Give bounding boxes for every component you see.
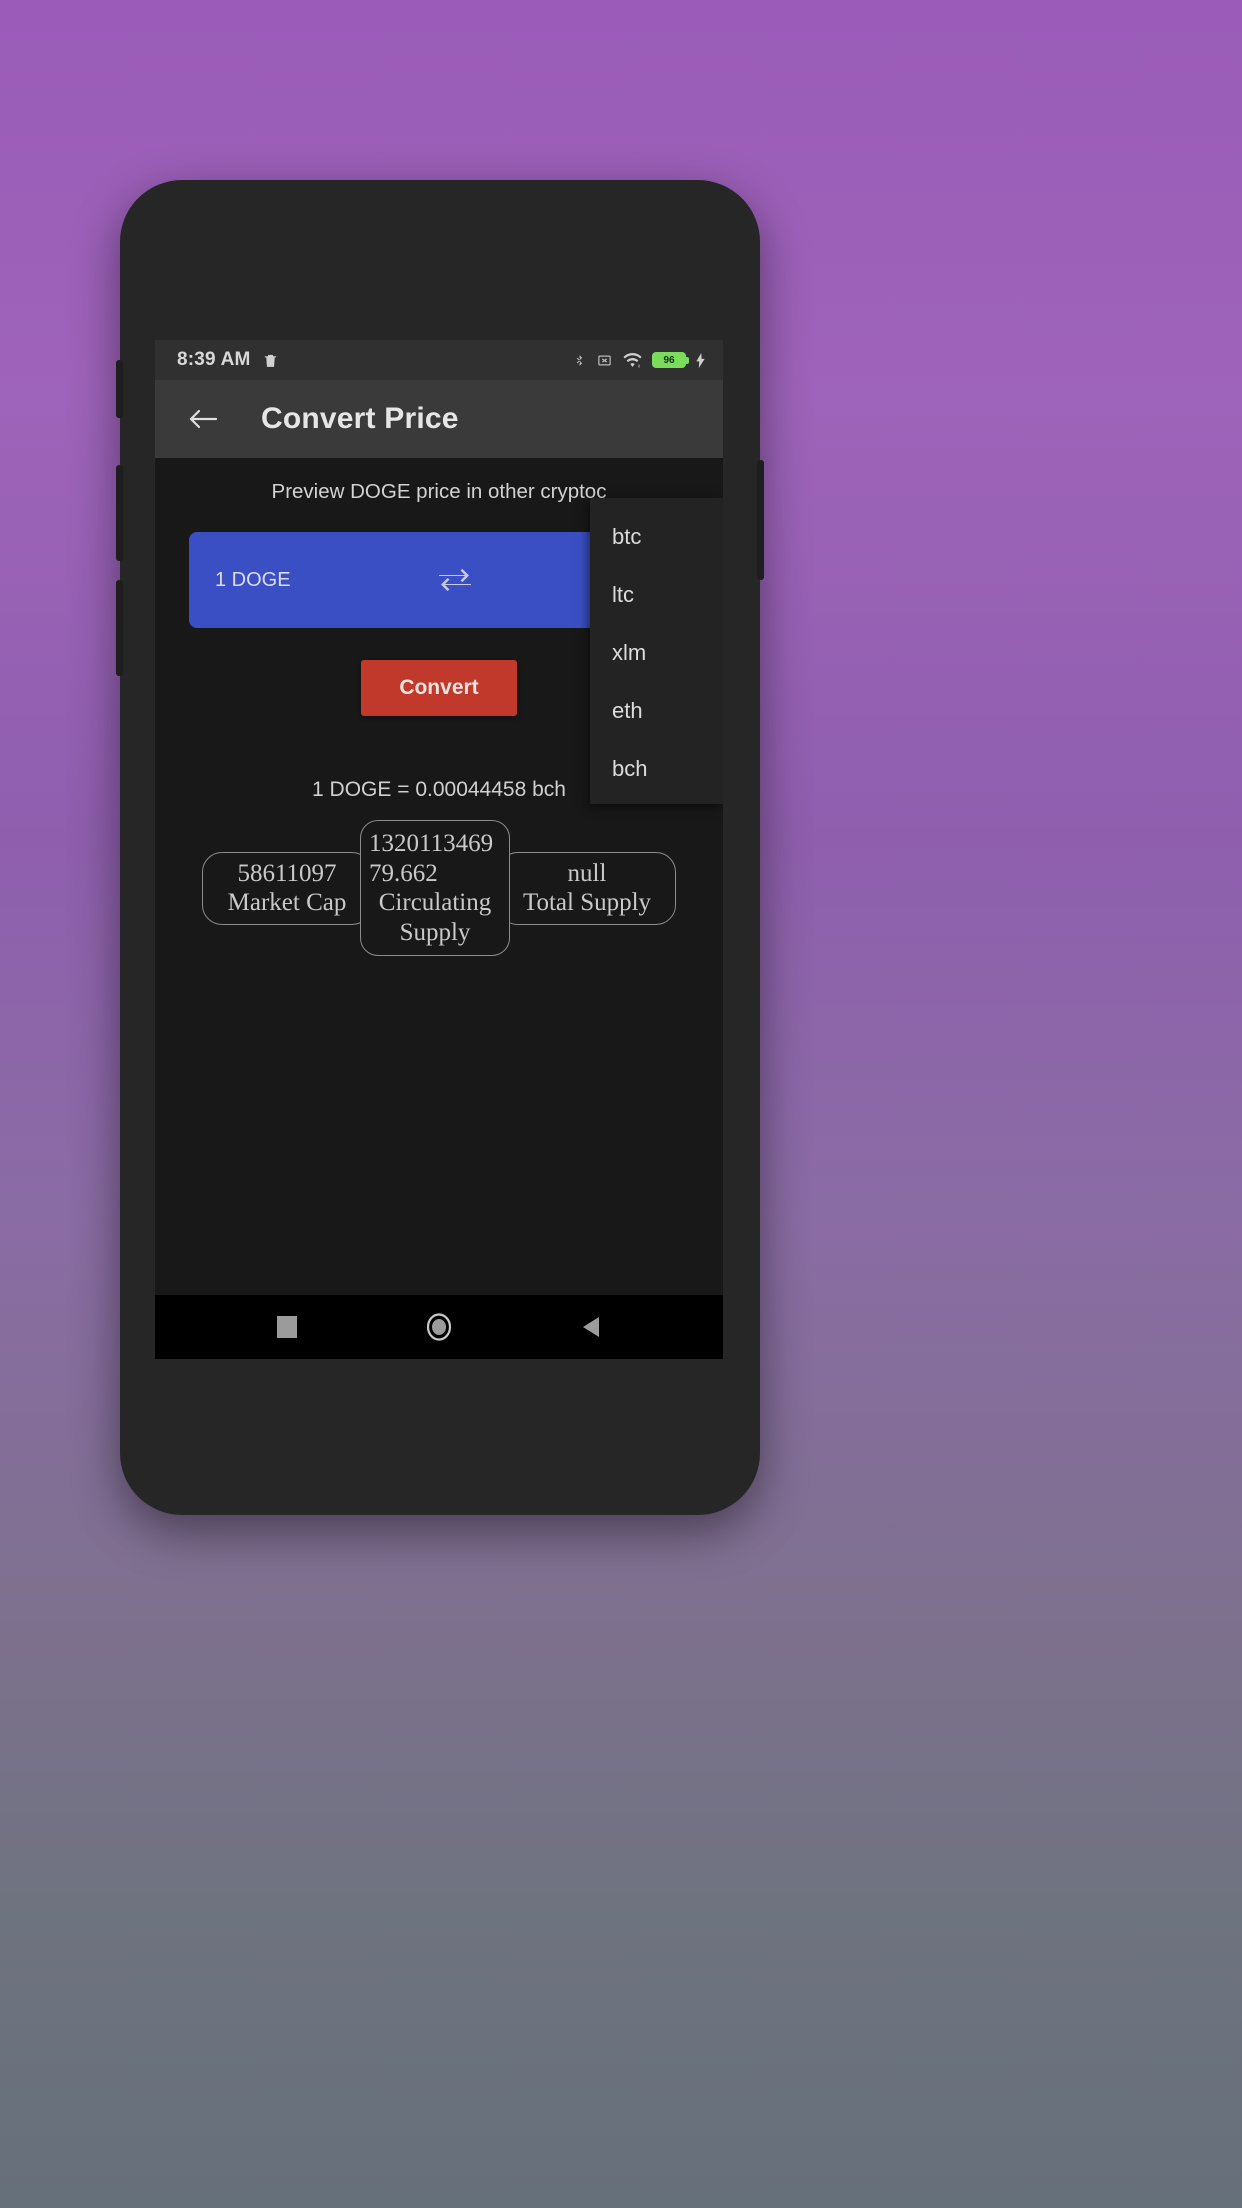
swap-horizontal-icon[interactable]	[435, 566, 475, 594]
home-button[interactable]	[411, 1305, 467, 1349]
side-button-volume-down[interactable]	[116, 580, 123, 676]
stat-label-total-supply: Total Supply	[522, 889, 652, 916]
recents-button[interactable]	[259, 1305, 315, 1349]
triangle-back-icon	[583, 1317, 599, 1337]
dropdown-item-xlm[interactable]: xlm	[590, 624, 723, 682]
stat-chip-circulating-supply: 132011346979.662 Circulating Supply	[360, 820, 510, 956]
dropdown-item-btc[interactable]: btc	[590, 508, 723, 566]
page-title: Convert Price	[261, 402, 459, 435]
bluetooth-icon	[573, 352, 586, 369]
stat-value-market-cap: 58611097	[237, 859, 337, 887]
screen-body: Preview DOGE price in other cryptoc 1 DO…	[155, 458, 723, 1295]
dropdown-item-ltc[interactable]: ltc	[590, 566, 723, 624]
side-button-power[interactable]	[757, 460, 764, 580]
svg-text:ii: ii	[638, 363, 640, 368]
status-bar-right: ii 96	[573, 352, 705, 369]
stat-chip-market-cap: 58611097 Market Cap	[202, 851, 372, 925]
status-bar: 8:39 AM ii 96	[155, 340, 723, 380]
sms-error-icon	[596, 353, 613, 368]
battery-indicator: 96	[652, 352, 689, 368]
trash-icon	[262, 352, 279, 369]
stat-label-market-cap: Market Cap	[227, 889, 347, 916]
android-nav-bar	[155, 1295, 723, 1359]
side-button-silent[interactable]	[116, 360, 123, 418]
dropdown-item-bch[interactable]: bch	[590, 740, 723, 798]
convert-button[interactable]: Convert	[361, 660, 517, 716]
charging-bolt-icon	[696, 352, 705, 368]
wifi-icon: ii	[623, 352, 642, 368]
phone-screen: 8:39 AM ii 96 Convert Price Preview DOGE…	[155, 340, 723, 1359]
circle-icon	[426, 1313, 452, 1341]
dropdown-item-eth[interactable]: eth	[590, 682, 723, 740]
phone-device: 8:39 AM ii 96 Convert Price Preview DOGE…	[116, 180, 764, 1515]
amount-from-value: 1 DOGE	[215, 568, 291, 591]
stat-value-circulating-supply: 132011346979.662	[369, 830, 494, 887]
battery-level-text: 96	[663, 354, 675, 366]
back-nav-button[interactable]	[563, 1305, 619, 1349]
currency-dropdown-menu[interactable]: btc ltc xlm eth bch	[590, 498, 723, 804]
app-bar: Convert Price	[155, 380, 723, 458]
square-icon	[277, 1316, 297, 1338]
side-button-volume-up[interactable]	[116, 465, 123, 561]
stats-row: 58611097 Market Cap 132011346979.662 Cir…	[155, 820, 723, 956]
stat-value-total-supply: null	[567, 859, 607, 887]
status-bar-left: 8:39 AM	[177, 349, 279, 371]
stat-label-circulating-supply: Circulating Supply	[378, 889, 492, 946]
status-time: 8:39 AM	[177, 349, 251, 370]
stat-chip-total-supply: null Total Supply	[498, 851, 676, 925]
back-button[interactable]	[181, 397, 225, 441]
